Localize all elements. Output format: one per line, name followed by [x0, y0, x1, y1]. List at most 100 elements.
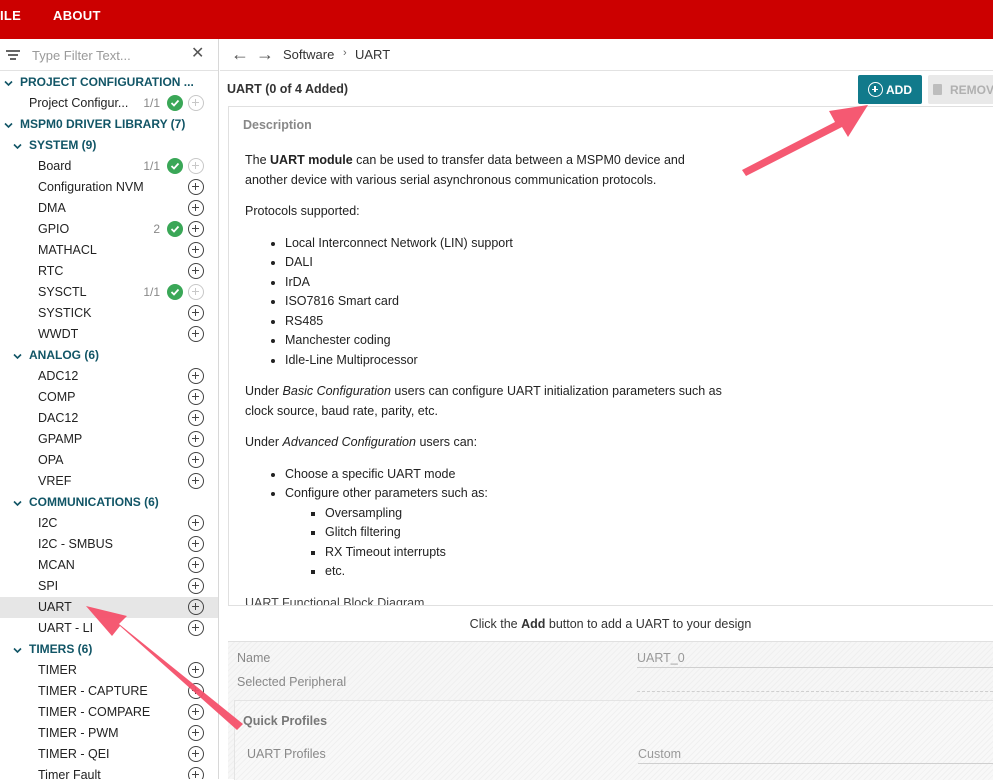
tree-item[interactable]: WWDT — [0, 324, 218, 345]
tree-item[interactable]: TIMER — [0, 660, 218, 681]
tree-item[interactable]: SYSCTL 1/1 — [0, 282, 218, 303]
tree-item[interactable]: MCAN — [0, 555, 218, 576]
nav-bar: ← → Software › UART — [220, 39, 993, 71]
add-module-icon[interactable] — [188, 767, 204, 779]
tree-item[interactable]: TIMER - COMPARE — [0, 702, 218, 723]
desc-cut-heading: UART Functional Block Diagram — [245, 595, 425, 606]
tree-item[interactable]: GPIO 2 — [0, 219, 218, 240]
tree-item-count: 1/1 — [143, 285, 160, 299]
tree-item[interactable]: DAC12 — [0, 408, 218, 429]
chevron-down-icon[interactable] — [13, 497, 22, 507]
add-module-icon[interactable] — [188, 431, 204, 447]
tree-item-label: TIMER - CAPTURE — [38, 684, 148, 698]
tree-category[interactable]: ANALOG (6) — [0, 345, 218, 366]
tree-item[interactable]: GPAMP — [0, 429, 218, 450]
tree-item-label: SYSCTL — [38, 285, 87, 299]
tree-item-label: COMP — [38, 390, 76, 404]
add-module-icon[interactable] — [188, 326, 204, 342]
uart-profiles-label: UART Profiles — [247, 747, 326, 761]
page-title: UART (0 of 4 Added) — [227, 82, 349, 96]
tree-item[interactable]: OPA — [0, 450, 218, 471]
chevron-down-icon[interactable] — [13, 140, 22, 150]
tree-item[interactable]: TIMER - QEI — [0, 744, 218, 765]
tree-item[interactable]: TIMER - CAPTURE — [0, 681, 218, 702]
add-module-icon[interactable] — [188, 725, 204, 741]
tree-item[interactable]: DMA — [0, 198, 218, 219]
add-module-icon[interactable] — [188, 389, 204, 405]
tree-item-label: TIMER — [38, 663, 77, 677]
menu-item-about[interactable]: ABOUT — [53, 8, 101, 23]
add-module-icon[interactable] — [188, 368, 204, 384]
tree-item[interactable]: Timer Fault — [0, 765, 218, 779]
add-module-icon[interactable] — [188, 515, 204, 531]
add-module-icon[interactable] — [188, 620, 204, 636]
tree-item-label: TIMER - COMPARE — [38, 705, 151, 719]
add-module-icon[interactable] — [188, 746, 204, 762]
tree-item[interactable]: UART — [0, 597, 218, 618]
forward-arrow-icon[interactable]: → — [256, 45, 274, 63]
add-module-icon[interactable] — [188, 599, 204, 615]
add-module-icon[interactable] — [188, 179, 204, 195]
chevron-down-icon[interactable] — [13, 644, 22, 654]
breadcrumb-separator: › — [343, 47, 347, 59]
tree-item[interactable]: UART - LI — [0, 618, 218, 639]
back-arrow-icon[interactable]: ← — [231, 45, 249, 63]
clear-filter-icon[interactable]: ✕ — [191, 46, 204, 62]
name-label: Name — [237, 651, 271, 665]
filter-icon[interactable] — [6, 49, 20, 61]
tree-category[interactable]: TIMERS (6) — [0, 639, 218, 660]
list-item: Configure other parameters such as: Over… — [285, 484, 725, 582]
tree-item-label: UART - LI — [38, 621, 94, 635]
add-module-icon[interactable] — [188, 536, 204, 552]
tree-item-label: I2C - SMBUS — [38, 537, 114, 551]
add-module-icon[interactable] — [188, 704, 204, 720]
add-button[interactable]: ADD — [858, 75, 922, 104]
tree-item[interactable]: ADC12 — [0, 366, 218, 387]
tree-item-label: GPAMP — [38, 432, 83, 446]
add-module-icon[interactable] — [188, 221, 204, 237]
tree-item[interactable]: SYSTICK — [0, 303, 218, 324]
tree-item[interactable]: I2C - SMBUS — [0, 534, 218, 555]
add-module-icon[interactable] — [188, 578, 204, 594]
tree-item[interactable]: SPI — [0, 576, 218, 597]
tree-category[interactable]: SYSTEM (9) — [0, 135, 218, 156]
tree-category[interactable]: COMMUNICATIONS (6) — [0, 492, 218, 513]
filter-input[interactable] — [30, 45, 180, 65]
add-module-icon[interactable] — [188, 200, 204, 216]
add-module-icon[interactable] — [188, 557, 204, 573]
breadcrumb-software[interactable]: Software — [283, 47, 334, 62]
list-item: ISO7816 Smart card — [285, 292, 725, 312]
remove-button[interactable]: REMOVE — [928, 75, 993, 104]
tree-category-label: COMMUNICATIONS (6) — [29, 495, 159, 509]
add-module-icon[interactable] — [188, 683, 204, 699]
tree-item[interactable]: COMP — [0, 387, 218, 408]
add-module-icon[interactable] — [188, 263, 204, 279]
chevron-down-icon[interactable] — [13, 350, 22, 360]
chevron-down-icon[interactable] — [4, 77, 13, 87]
tree-category[interactable]: MSPM0 DRIVER LIBRARY (7) — [0, 114, 218, 135]
tree-category[interactable]: PROJECT CONFIGURATION ... — [0, 72, 218, 93]
check-circle-icon — [167, 221, 183, 237]
tree-item[interactable]: RTC — [0, 261, 218, 282]
tree-item[interactable]: MATHACL — [0, 240, 218, 261]
list-item: IrDA — [285, 273, 725, 293]
list-item: Choose a specific UART mode — [285, 465, 725, 485]
tree-item[interactable]: Project Configur... 1/1 — [0, 93, 218, 114]
add-module-icon[interactable] — [188, 473, 204, 489]
add-module-icon[interactable] — [188, 242, 204, 258]
chevron-down-icon[interactable] — [4, 119, 13, 129]
tree-item[interactable]: Board 1/1 — [0, 156, 218, 177]
add-module-icon[interactable] — [188, 410, 204, 426]
menu-item-file[interactable]: ILE — [0, 8, 21, 23]
add-module-icon[interactable] — [188, 452, 204, 468]
tree-item[interactable]: I2C — [0, 513, 218, 534]
uart-profiles-select: Custom — [638, 747, 993, 764]
tree-item[interactable]: Configuration NVM — [0, 177, 218, 198]
tree-item[interactable]: TIMER - PWM — [0, 723, 218, 744]
add-module-icon[interactable] — [188, 662, 204, 678]
tree-item[interactable]: VREF — [0, 471, 218, 492]
tree-item-label: Timer Fault — [38, 768, 101, 779]
tree-item-label: I2C — [38, 516, 58, 530]
add-module-icon[interactable] — [188, 305, 204, 321]
tree-item-label: OPA — [38, 453, 64, 467]
